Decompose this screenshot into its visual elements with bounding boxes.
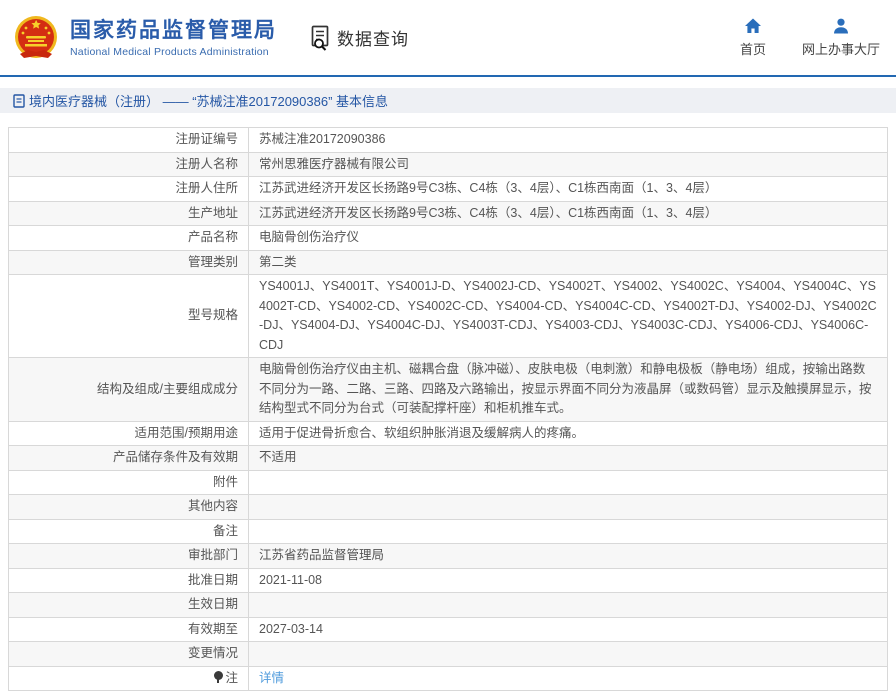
row-value: 常州思雅医疗器械有限公司 [249,152,888,177]
row-value [249,470,888,495]
row-value [249,519,888,544]
table-row: 结构及组成/主要组成成分电脑骨创伤治疗仪由主机、磁耦合盘（脉冲磁）、皮肤电极（电… [9,358,888,422]
nav-home-label: 首页 [740,39,766,58]
table-row: 附件 [9,470,888,495]
row-label: 注册人名称 [9,152,249,177]
breadcrumb-text: 境内医疗器械（注册） —— “苏械注准20172090386” 基本信息 [29,91,388,110]
row-label: 注 [9,666,249,691]
row-value: 2021-11-08 [249,568,888,593]
table-row: 注详情 [9,666,888,691]
table-row: 审批部门江苏省药品监督管理局 [9,544,888,569]
row-value: 江苏武进经济开发区长扬路9号C3栋、C4栋（3、4层）、C1栋西南面（1、3、4… [249,201,888,226]
row-value: 电脑骨创伤治疗仪由主机、磁耦合盘（脉冲磁）、皮肤电极（电刺激）和静电极板（静电场… [249,358,888,422]
home-icon [744,17,762,35]
table-row: 管理类别第二类 [9,250,888,275]
user-icon [832,17,850,35]
table-row: 备注 [9,519,888,544]
row-value: 江苏武进经济开发区长扬路9号C3栋、C4栋（3、4层）、C1栋西南面（1、3、4… [249,177,888,202]
national-emblem-logo [12,14,60,62]
row-label: 生效日期 [9,593,249,618]
row-value: 适用于促进骨折愈合、软组织肿胀消退及缓解病人的疼痛。 [249,421,888,446]
nav-service-hall-label: 网上办事大厅 [802,39,880,58]
table-row: 注册人名称常州思雅医疗器械有限公司 [9,152,888,177]
table-row: 批准日期2021-11-08 [9,568,888,593]
row-label: 其他内容 [9,495,249,520]
row-value [249,593,888,618]
row-value: 电脑骨创伤治疗仪 [249,226,888,251]
row-label: 批准日期 [9,568,249,593]
top-nav: 首页 网上办事大厅 [740,17,880,58]
row-label: 有效期至 [9,617,249,642]
row-label: 产品名称 [9,226,249,251]
row-value: 2027-03-14 [249,617,888,642]
row-label: 附件 [9,470,249,495]
row-label: 注册人住所 [9,177,249,202]
row-value: YS4001J、YS4001T、YS4001J-D、YS4002J-CD、YS4… [249,275,888,358]
nav-item-home[interactable]: 首页 [740,17,766,58]
site-header: 国家药品监督管理局 National Medical Products Admi… [0,0,896,77]
registration-info-panel: 注册证编号苏械注准20172090386注册人名称常州思雅医疗器械有限公司注册人… [8,127,888,691]
nav-item-service-hall[interactable]: 网上办事大厅 [802,17,880,58]
table-row: 有效期至2027-03-14 [9,617,888,642]
registration-info-table: 注册证编号苏械注准20172090386注册人名称常州思雅医疗器械有限公司注册人… [8,127,888,691]
row-value: 详情 [249,666,888,691]
table-row: 适用范围/预期用途适用于促进骨折愈合、软组织肿胀消退及缓解病人的疼痛。 [9,421,888,446]
site-title-en: National Medical Products Administration [70,46,277,58]
table-row: 产品储存条件及有效期不适用 [9,446,888,471]
table-row: 生产地址江苏武进经济开发区长扬路9号C3栋、C4栋（3、4层）、C1栋西南面（1… [9,201,888,226]
table-row: 其他内容 [9,495,888,520]
row-label: 注册证编号 [9,128,249,153]
data-query-label: 数据查询 [337,25,409,50]
site-title-cn: 国家药品监督管理局 [70,18,277,44]
row-label: 生产地址 [9,201,249,226]
row-label: 结构及组成/主要组成成分 [9,358,249,422]
data-query-section: 数据查询 [309,25,409,51]
row-label: 适用范围/预期用途 [9,421,249,446]
row-label: 变更情况 [9,642,249,667]
row-label: 产品储存条件及有效期 [9,446,249,471]
row-value [249,495,888,520]
detail-link[interactable]: 详情 [259,671,284,685]
table-row: 注册证编号苏械注准20172090386 [9,128,888,153]
table-row: 生效日期 [9,593,888,618]
table-row: 变更情况 [9,642,888,667]
breadcrumb: 境内医疗器械（注册） —— “苏械注准20172090386” 基本信息 [0,88,896,113]
row-value: 第二类 [249,250,888,275]
row-label: 备注 [9,519,249,544]
row-label: 审批部门 [9,544,249,569]
document-icon [13,94,25,108]
row-label: 管理类别 [9,250,249,275]
info-table-body: 注册证编号苏械注准20172090386注册人名称常州思雅医疗器械有限公司注册人… [9,128,888,691]
table-row: 产品名称电脑骨创伤治疗仪 [9,226,888,251]
site-title-block: 国家药品监督管理局 National Medical Products Admi… [70,18,277,58]
row-value: 不适用 [249,446,888,471]
table-row: 型号规格YS4001J、YS4001T、YS4001J-D、YS4002J-CD… [9,275,888,358]
data-query-icon [309,25,333,51]
table-row: 注册人住所江苏武进经济开发区长扬路9号C3栋、C4栋（3、4层）、C1栋西南面（… [9,177,888,202]
row-value [249,642,888,667]
note-balloon-icon [214,671,223,683]
row-label: 型号规格 [9,275,249,358]
row-value: 苏械注准20172090386 [249,128,888,153]
row-value: 江苏省药品监督管理局 [249,544,888,569]
